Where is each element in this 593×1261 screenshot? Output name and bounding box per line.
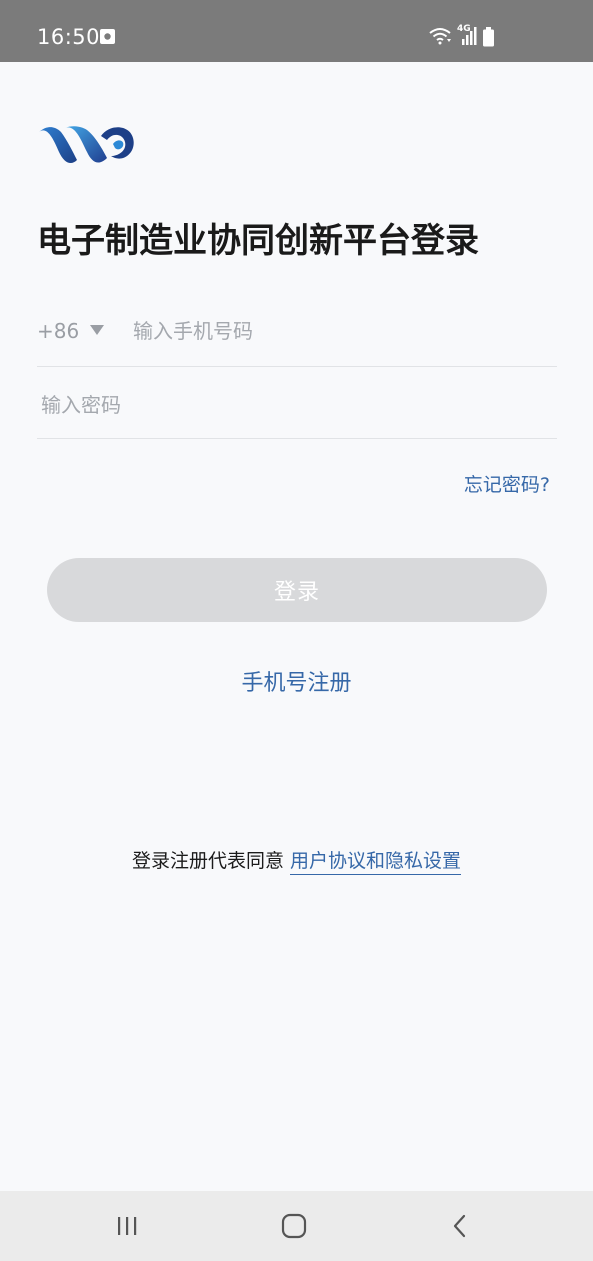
caret-down-icon[interactable]	[90, 325, 104, 335]
phone-register-link[interactable]: 手机号注册	[0, 668, 593, 700]
system-nav-bar	[0, 1191, 593, 1261]
recent-apps-icon	[118, 1217, 137, 1235]
home-button[interactable]	[274, 1211, 314, 1241]
page-title: 电子制造业协同创新平台登录	[37, 221, 479, 261]
recent-apps-button[interactable]	[107, 1211, 147, 1241]
user-agreement-link[interactable]: 用户协议和隐私设置	[290, 850, 462, 875]
phone-field-row: +86	[37, 300, 557, 367]
status-bar: 16:50 4G	[0, 0, 593, 62]
agreement-prefix: 登录注册代表同意	[131, 850, 284, 872]
country-code-selector[interactable]: +86	[37, 318, 79, 344]
network-label: 4G	[457, 24, 471, 34]
phone-input[interactable]	[133, 312, 543, 350]
agreement-notice: 登录注册代表同意 用户协议和隐私设置	[0, 846, 593, 876]
password-input[interactable]	[41, 386, 541, 424]
forgot-password-link[interactable]: 忘记密码?	[464, 472, 550, 498]
notification-icon	[100, 29, 115, 44]
login-button[interactable]: 登录	[47, 558, 547, 622]
back-icon	[453, 1214, 466, 1238]
status-time: 16:50	[37, 25, 101, 49]
password-field-row	[37, 372, 557, 439]
wifi-icon	[429, 28, 451, 45]
brand-logo	[39, 126, 134, 164]
battery-icon	[483, 27, 494, 47]
back-button[interactable]	[440, 1211, 480, 1241]
home-icon	[281, 1213, 307, 1239]
